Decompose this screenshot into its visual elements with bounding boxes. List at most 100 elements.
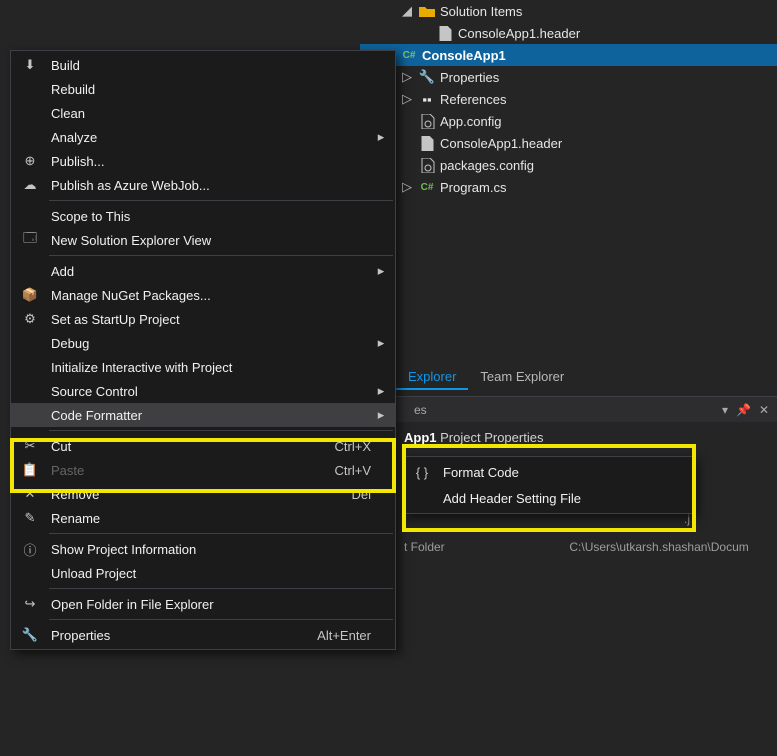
- menu-item-show-project-information[interactable]: ⓘShow Project Information: [11, 537, 395, 561]
- submenu-item-format-code[interactable]: { } Format Code: [403, 459, 693, 485]
- menu-separator: [49, 430, 393, 431]
- format-code-icon: { }: [409, 462, 435, 482]
- tree-label: ConsoleApp1.header: [458, 26, 580, 41]
- menu-item-label: Show Project Information: [51, 542, 375, 557]
- properties-row-label: t Folder: [404, 540, 445, 554]
- menu-item-publish-as-azure-webjob[interactable]: ☁ Publish as Azure WebJob...: [11, 173, 395, 197]
- menu-item-code-formatter[interactable]: Code Formatter▸: [11, 403, 395, 427]
- menu-item-label: Set as StartUp Project: [51, 312, 375, 327]
- menu-item-remove[interactable]: ✕ RemoveDel: [11, 482, 395, 506]
- config-icon: [418, 112, 436, 130]
- menu-item-label: Unload Project: [51, 566, 375, 581]
- menu-item-debug[interactable]: Debug▸: [11, 331, 395, 355]
- tree-project-consoleapp1[interactable]: ◢ C# ConsoleApp1: [360, 44, 777, 66]
- tree-label: References: [440, 92, 506, 107]
- tree-label: Program.cs: [440, 180, 506, 195]
- menu-item-new-solution-explorer-view[interactable]: 🗔 New Solution Explorer View: [11, 228, 395, 252]
- tab-team-explorer[interactable]: Team Explorer: [468, 366, 576, 390]
- menu-item-label: Rename: [51, 511, 375, 526]
- menu-item-scope-to-this[interactable]: Scope to This: [11, 204, 395, 228]
- menu-item-analyze[interactable]: Analyze▸: [11, 125, 395, 149]
- tree-solution-items[interactable]: ◢ Solution Items: [360, 0, 777, 22]
- properties-row-value: C:\Users\utkarsh.shashan\Docum: [569, 540, 748, 554]
- tree-item[interactable]: ConsoleApp1.header: [360, 22, 777, 44]
- remove-icon: ✕: [17, 484, 43, 504]
- chevron-right-icon: ▷: [400, 179, 414, 195]
- csharp-project-icon: C#: [400, 46, 418, 64]
- dropdown-icon[interactable]: ▾: [722, 403, 728, 417]
- menu-item-shortcut: Del: [351, 487, 371, 502]
- tree-item[interactable]: ▷ 🔧 Properties: [360, 66, 777, 88]
- menu-item-add[interactable]: Add▸: [11, 259, 395, 283]
- explorer-icon: 🗔: [17, 230, 43, 250]
- menu-item-clean[interactable]: Clean: [11, 101, 395, 125]
- menu-item-cut[interactable]: ✂ CutCtrl+X: [11, 434, 395, 458]
- wrench-icon: 🔧: [418, 68, 436, 86]
- menu-item-label: Initialize Interactive with Project: [51, 360, 375, 375]
- properties-header-es: es: [414, 403, 427, 417]
- no-icon: [17, 206, 43, 226]
- no-icon: [17, 333, 43, 353]
- cut-icon: ✂: [17, 436, 43, 456]
- menu-item-rebuild[interactable]: Rebuild: [11, 77, 395, 101]
- close-icon[interactable]: ✕: [759, 403, 769, 417]
- properties-title: App1 Project Properties: [404, 430, 543, 445]
- menu-item-label: Debug: [51, 336, 375, 351]
- code-formatter-submenu: { } Format Code Add Header Setting File: [402, 456, 694, 514]
- menu-item-manage-nuget-packages[interactable]: 📦Manage NuGet Packages...: [11, 283, 395, 307]
- tree-label: ConsoleApp1: [422, 48, 506, 63]
- menu-item-label: Publish as Azure WebJob...: [51, 178, 375, 193]
- menu-item-initialize-interactive-with-project[interactable]: Initialize Interactive with Project: [11, 355, 395, 379]
- tree-item[interactable]: ConsoleApp1.header: [360, 132, 777, 154]
- chevron-right-icon: ▷: [400, 69, 414, 85]
- menu-item-label: New Solution Explorer View: [51, 233, 375, 248]
- menu-item-publish[interactable]: ⊕Publish...: [11, 149, 395, 173]
- tree-item[interactable]: ▷ ▪▪ References: [360, 88, 777, 110]
- menu-item-open-folder-in-file-explorer[interactable]: ↪Open Folder in File Explorer: [11, 592, 395, 616]
- tree-item[interactable]: App.config: [360, 110, 777, 132]
- chevron-right-icon: ▷: [400, 91, 414, 107]
- menu-item-rename[interactable]: ✎Rename: [11, 506, 395, 530]
- no-icon: [17, 563, 43, 583]
- properties-pane-header: es ▾ 📌 ✕: [360, 396, 777, 422]
- menu-item-label: Code Formatter: [51, 408, 375, 423]
- menu-item-unload-project[interactable]: Unload Project: [11, 561, 395, 585]
- menu-item-source-control[interactable]: Source Control▸: [11, 379, 395, 403]
- no-icon: [17, 79, 43, 99]
- menu-item-label: Analyze: [51, 130, 375, 145]
- menu-item-properties[interactable]: 🔧PropertiesAlt+Enter: [11, 623, 395, 647]
- submenu-item-label: Format Code: [443, 465, 685, 480]
- menu-item-label: Open Folder in File Explorer: [51, 597, 375, 612]
- menu-item-shortcut: Alt+Enter: [317, 628, 371, 643]
- no-icon: [17, 381, 43, 401]
- menu-item-shortcut: Ctrl+X: [335, 439, 371, 454]
- folder-icon: [418, 2, 436, 20]
- menu-item-label: Source Control: [51, 384, 375, 399]
- submenu-arrow-icon: ▸: [375, 263, 387, 279]
- menu-separator: [49, 533, 393, 534]
- menu-item-build[interactable]: ⬇Build: [11, 53, 395, 77]
- tree-item[interactable]: packages.config: [360, 154, 777, 176]
- tree-item[interactable]: ▷ C# Program.cs: [360, 176, 777, 198]
- menu-item-label: Scope to This: [51, 209, 375, 224]
- submenu-arrow-icon: ▸: [375, 129, 387, 145]
- pin-icon[interactable]: 📌: [736, 403, 751, 417]
- submenu-item-add-header-setting-file[interactable]: Add Header Setting File: [403, 485, 693, 511]
- submenu-arrow-icon: ▸: [375, 383, 387, 399]
- menu-item-set-as-startup-project[interactable]: ⚙Set as StartUp Project: [11, 307, 395, 331]
- no-icon: [17, 357, 43, 377]
- no-icon: [17, 103, 43, 123]
- config-icon: [418, 156, 436, 174]
- submenu-arrow-icon: ▸: [375, 335, 387, 351]
- menu-item-label: Build: [51, 58, 375, 73]
- properties-grid: t Folder C:\Users\utkarsh.shashan\Docum: [404, 540, 749, 554]
- menu-item-label: Cut: [51, 439, 335, 454]
- no-icon: [17, 405, 43, 425]
- menu-item-label: Remove: [51, 487, 351, 502]
- menu-separator: [49, 255, 393, 256]
- cloud-icon: ☁: [17, 175, 43, 195]
- no-icon: [409, 488, 435, 508]
- menu-item-label: Clean: [51, 106, 375, 121]
- chevron-down-icon: ◢: [400, 3, 414, 19]
- menu-item-shortcut: Ctrl+V: [335, 463, 371, 478]
